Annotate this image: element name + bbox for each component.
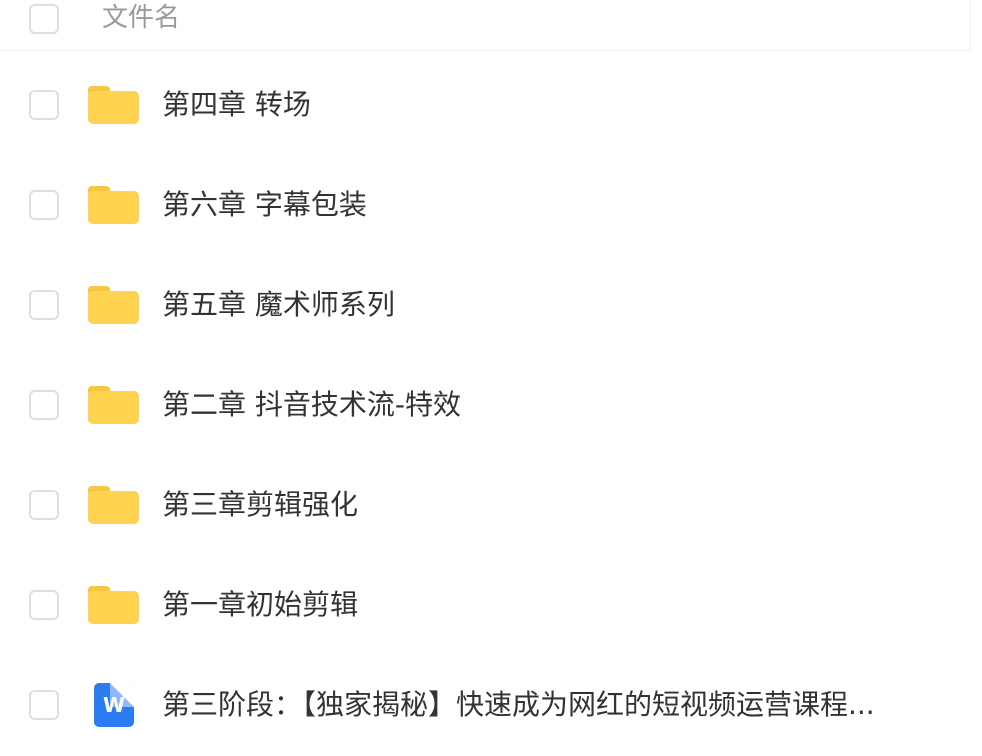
file-row[interactable]: 第五章 魔术师系列	[0, 255, 982, 355]
row-checkbox[interactable]	[29, 90, 59, 120]
folder-icon	[88, 486, 139, 524]
file-row[interactable]: W 第三阶段：【独家揭秘】快速成为网红的短视频运营课程...	[0, 655, 982, 755]
file-name[interactable]: 第三章剪辑强化	[162, 486, 358, 524]
word-doc-icon: W	[94, 683, 134, 727]
file-row[interactable]: 第三章剪辑强化	[0, 455, 982, 555]
file-name[interactable]: 第六章 字幕包装	[162, 186, 367, 224]
select-all-checkbox[interactable]	[29, 4, 59, 34]
file-name[interactable]: 第一章初始剪辑	[162, 586, 358, 624]
row-checkbox[interactable]	[29, 690, 59, 720]
row-checkbox[interactable]	[29, 190, 59, 220]
file-name[interactable]: 第四章 转场	[162, 86, 311, 124]
folder-icon	[88, 386, 139, 424]
file-row[interactable]: 第二章 抖音技术流-特效	[0, 355, 982, 455]
word-doc-icon-letter: W	[102, 693, 126, 717]
file-list-header: 文件名	[0, 0, 971, 51]
row-checkbox[interactable]	[29, 390, 59, 420]
folder-icon	[88, 586, 139, 624]
name-column-header[interactable]: 文件名	[102, 0, 180, 36]
file-row[interactable]: 第四章 转场	[0, 55, 982, 155]
row-checkbox[interactable]	[29, 590, 59, 620]
file-row[interactable]: 第六章 字幕包装	[0, 155, 982, 255]
file-name[interactable]: 第三阶段：【独家揭秘】快速成为网红的短视频运营课程...	[162, 686, 942, 724]
file-name[interactable]: 第二章 抖音技术流-特效	[162, 386, 461, 424]
file-row[interactable]: 第一章初始剪辑	[0, 555, 982, 655]
folder-icon	[88, 286, 139, 324]
folder-icon	[88, 86, 139, 124]
file-list: 文件名 第四章 转场 第六章 字幕包装 第五章 魔术师系列 第二章 抖音技术流-…	[0, 0, 982, 756]
file-name[interactable]: 第五章 魔术师系列	[162, 286, 395, 324]
row-checkbox[interactable]	[29, 290, 59, 320]
row-checkbox[interactable]	[29, 490, 59, 520]
folder-icon	[88, 186, 139, 224]
